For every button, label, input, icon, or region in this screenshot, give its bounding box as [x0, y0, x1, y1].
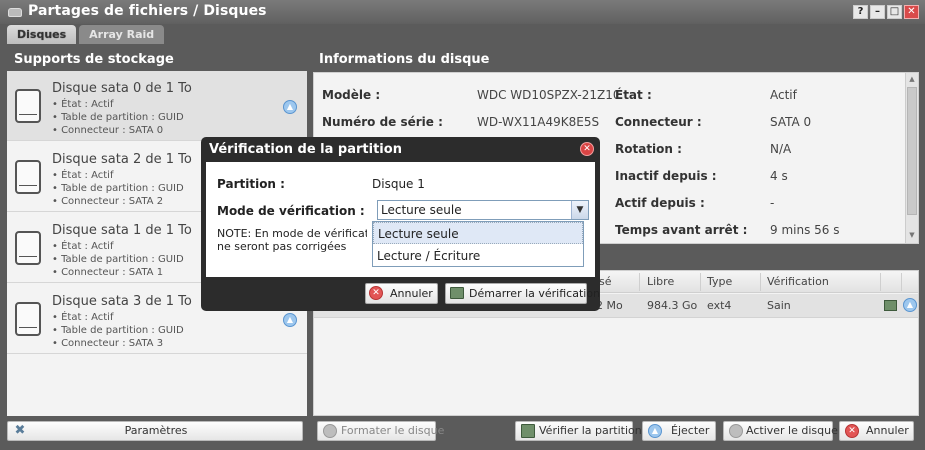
maximize-button[interactable]: □: [887, 5, 902, 19]
disk-connector: • Connecteur : SATA 1: [52, 267, 164, 278]
disk-name: Disque sata 2 de 1 To: [52, 152, 192, 167]
hard-drive-icon: [15, 89, 41, 123]
verify-icon: [521, 424, 535, 438]
info-label: Temps avant arrêt :: [615, 223, 748, 237]
cancel-icon: ✕: [369, 286, 383, 300]
disk-state: • État : Actif: [52, 312, 114, 323]
verification-mode-dropdown: Lecture seule Lecture / Écriture: [372, 221, 584, 267]
minimize-button[interactable]: –: [870, 5, 885, 19]
activate-icon: [729, 424, 743, 438]
info-label: État :: [615, 88, 652, 102]
parameters-button[interactable]: ✖ Paramètres: [7, 421, 303, 441]
disk-partition-table: • Table de partition : GUID: [52, 183, 184, 194]
select-value: Lecture seule: [381, 203, 462, 217]
info-label: Inactif depuis :: [615, 169, 717, 183]
info-label: Connecteur :: [615, 115, 702, 129]
format-disk-button[interactable]: Formater le disque: [317, 421, 444, 441]
info-label: Modèle :: [322, 88, 381, 102]
col-type: Type: [707, 275, 733, 288]
storage-heading: Supports de stockage: [14, 52, 174, 67]
info-value: -: [770, 196, 775, 210]
cell-verification: Sain: [767, 299, 791, 312]
cancel-icon: ✕: [845, 424, 859, 438]
disk-info-heading: Informations du disque: [319, 52, 490, 67]
tab-disques[interactable]: Disques: [7, 25, 77, 44]
option-read-only[interactable]: Lecture seule: [373, 222, 583, 244]
scroll-up-icon[interactable]: ▲: [906, 73, 918, 85]
dialog-title: Vérification de la partition: [209, 142, 402, 157]
disk-connector: • Connecteur : SATA 3: [52, 338, 164, 349]
partition-label: Partition :: [217, 177, 285, 191]
verify-icon[interactable]: [884, 300, 897, 311]
disk-name: Disque sata 1 de 1 To: [52, 223, 192, 238]
window-title: Partages de fichiers / Disques: [28, 3, 267, 19]
dialog-note: NOTE: En mode de vérificatio ne seront p…: [217, 227, 367, 253]
activate-disk-button[interactable]: Activer le disque: [723, 421, 838, 441]
partition-value: Disque 1: [372, 177, 425, 191]
option-read-write[interactable]: Lecture / Écriture: [373, 245, 583, 267]
cell-type: ext4: [707, 299, 732, 312]
disk-connector: • Connecteur : SATA 2: [52, 196, 164, 207]
hard-drive-icon: [15, 231, 41, 265]
disk-partition-table: • Table de partition : GUID: [52, 112, 184, 123]
info-label: Numéro de série :: [322, 115, 443, 129]
disk-state: • État : Actif: [52, 241, 114, 252]
disk-state: • État : Actif: [52, 99, 114, 110]
verification-mode-select[interactable]: Lecture seule ▼: [377, 200, 589, 220]
disk-item[interactable]: Disque sata 0 de 1 To • État : Actif • T…: [7, 71, 307, 141]
disk-icon: [8, 8, 22, 17]
disk-name: Disque sata 3 de 1 To: [52, 294, 192, 309]
info-value: WD-WX11A49K8E5S: [477, 115, 600, 129]
info-value: N/A: [770, 142, 792, 156]
col-verification: Vérification: [767, 275, 829, 288]
disk-state: • État : Actif: [52, 170, 114, 181]
hard-drive-icon: [15, 160, 41, 194]
info-label: Rotation :: [615, 142, 682, 156]
verify-partition-button[interactable]: Vérifier la partition: [515, 421, 642, 441]
eject-icon[interactable]: ▲: [283, 313, 297, 327]
info-value: WDC WD10SPZX-21Z10T0: [477, 88, 617, 102]
disk-partition-table: • Table de partition : GUID: [52, 325, 184, 336]
scroll-thumb[interactable]: [907, 87, 917, 215]
cancel-button[interactable]: ✕ Annuler: [839, 421, 914, 441]
disk-partition-table: • Table de partition : GUID: [52, 254, 184, 265]
cell-free: 984.3 Go: [647, 299, 698, 312]
verify-icon: [450, 287, 464, 299]
close-button[interactable]: ✕: [904, 5, 919, 19]
info-label: Actif depuis :: [615, 196, 705, 210]
info-scrollbar[interactable]: ▲ ▼: [905, 73, 918, 243]
info-value: 9 mins 56 s: [770, 223, 840, 237]
format-icon: [323, 424, 337, 438]
disk-name: Disque sata 0 de 1 To: [52, 81, 192, 96]
mode-label: Mode de vérification :: [217, 204, 365, 218]
col-free: Libre: [647, 275, 675, 288]
info-value: 4 s: [770, 169, 788, 183]
hard-drive-icon: [15, 302, 41, 336]
eject-icon[interactable]: ▲: [903, 298, 917, 312]
scroll-down-icon[interactable]: ▼: [906, 229, 918, 241]
chevron-down-icon[interactable]: ▼: [571, 201, 588, 219]
tab-bar: Disques Array Raid: [7, 25, 165, 44]
info-value: Actif: [770, 88, 797, 102]
disk-connector: • Connecteur : SATA 0: [52, 125, 164, 136]
help-button[interactable]: ?: [853, 5, 868, 19]
info-value: SATA 0: [770, 115, 812, 129]
window-controls: ? – □ ✕: [853, 5, 919, 19]
eject-icon: ▲: [648, 424, 662, 438]
eject-icon[interactable]: ▲: [283, 100, 297, 114]
close-icon[interactable]: ✕: [580, 142, 594, 156]
start-verification-button[interactable]: Démarrer la vérification: [445, 283, 600, 304]
window-titlebar: Partages de fichiers / Disques ? – □ ✕: [0, 0, 925, 24]
tab-array-raid[interactable]: Array Raid: [79, 25, 165, 44]
eject-button[interactable]: ▲ Éjecter: [642, 421, 716, 441]
dialog-cancel-button[interactable]: ✕ Annuler: [365, 283, 438, 304]
